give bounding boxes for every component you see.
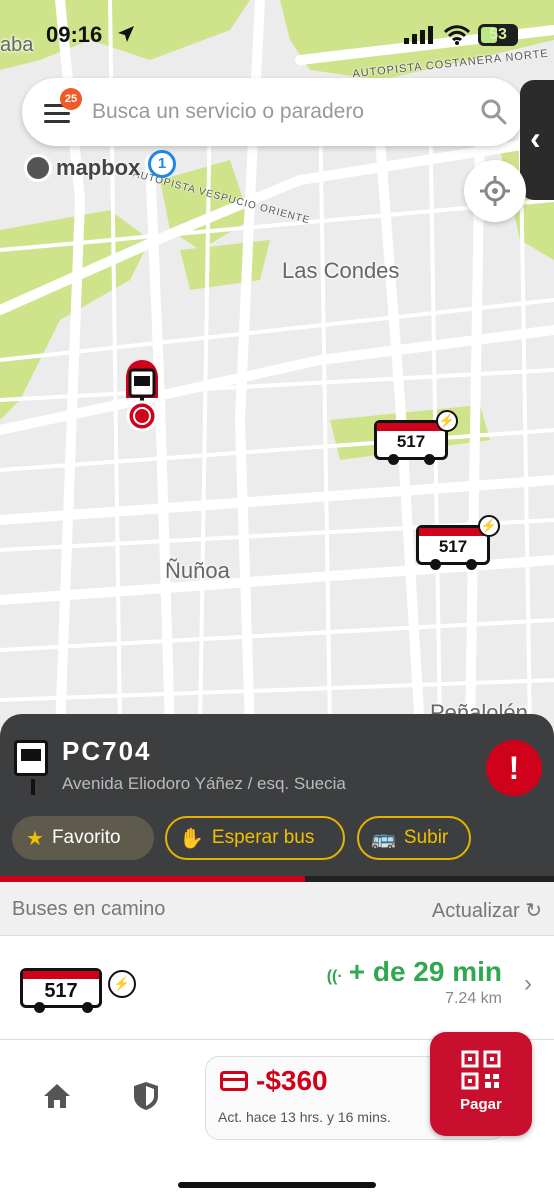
electric-bolt-icon: ⚡ [436,410,458,432]
wifi-icon [444,25,470,45]
search-input[interactable]: Busca un servicio o paradero [92,100,364,124]
buses-section-header: Buses en camino Actualizar ↻ [0,882,554,936]
bus-list-item[interactable]: 517 ⚡ ((· + de 29 min 7.24 km › [0,936,554,1040]
map-label-las-condes: Las Condes [282,258,400,283]
route-1-badge: 1 [148,150,176,178]
wallet-updated: Act. hace 13 hrs. y 16 mins. [218,1109,391,1125]
location-arrow-icon [118,26,134,42]
stop-address: Avenida Eliodoro Yáñez / esq. Suecia [62,774,346,793]
bus-eta-value: + de 29 min [348,956,502,987]
electric-bolt-icon: ⚡ [108,970,136,998]
board-label: Subir [403,827,449,848]
star-icon: ★ [26,827,44,850]
search-icon[interactable] [480,98,508,126]
chevron-left-icon: ‹ [530,120,541,156]
stop-marker-icon [126,360,158,432]
credit-card-icon [220,1071,248,1091]
battery-level: 53 [489,26,507,43]
live-signal-icon: ((· [326,968,343,985]
bus-icon: 517 ⚡ [20,958,140,1018]
cell-signal-icon [404,26,433,44]
favorite-label: Favorito [51,827,121,848]
wait-bus-button[interactable]: ✋ Esperar bus [165,816,345,860]
wallet-balance: -$360 [256,1065,328,1096]
bus-stop-icon [14,740,48,795]
refresh-icon: ↻ [525,900,542,922]
pay-button[interactable]: Pagar [430,1032,532,1136]
board-bus-icon: 🚌 [371,827,396,850]
favorite-button[interactable]: ★ Favorito [12,816,154,860]
selected-stop-marker[interactable] [124,358,160,434]
refresh-button[interactable]: Actualizar ↻ [432,898,542,923]
wait-bus-label: Esperar bus [211,827,315,848]
mapbox-logo-icon [24,154,52,182]
board-button[interactable]: 🚌 Subir [357,816,471,860]
refresh-label: Actualizar [431,900,520,922]
home-indicator [178,1182,376,1188]
mapbox-attribution: mapbox [24,154,140,182]
locate-me-button[interactable] [464,160,526,222]
stop-panel: PC704 Avenida Eliodoro Yáñez / esq. Suec… [0,714,554,884]
chevron-right-icon: › [524,970,532,997]
bus-marker-number: 517 [396,432,426,451]
battery-icon: 53 [478,24,518,46]
search-bar[interactable]: 25 Busca un servicio o paradero [22,78,524,146]
qr-code-icon [461,1050,501,1090]
bus-marker[interactable]: 517 ⚡ [416,515,502,575]
bus-marker[interactable]: 517 ⚡ [374,410,460,470]
electric-bolt-icon: ⚡ [478,515,500,537]
home-icon[interactable] [42,1082,72,1110]
pay-label: Pagar [460,1096,502,1113]
mapbox-label: mapbox [56,155,141,180]
report-alert-button[interactable]: ! [486,740,542,796]
bus-marker-number: 517 [438,537,468,556]
bus-row-number: 517 [44,980,78,1002]
shield-icon[interactable] [132,1080,160,1112]
waving-hand-icon: ✋ [179,827,204,850]
alert-icon: ! [508,750,520,786]
route-1-number: 1 [157,155,167,172]
bus-eta: ((· + de 29 min [327,956,502,988]
notification-badge: 25 [60,88,82,110]
crosshair-icon [480,176,510,206]
status-time: 09:16 [46,22,103,47]
status-bar: 09:16 53 [0,0,554,70]
bus-distance: 7.24 km [445,990,502,1007]
stop-code: PC704 [62,736,152,766]
buses-section-title: Buses en camino [12,898,166,920]
map-label-nunoa: Ñuñoa [165,558,230,583]
bottom-bar: -$360 Act. hace 13 hrs. y 16 mins. Pagar [0,1032,554,1200]
